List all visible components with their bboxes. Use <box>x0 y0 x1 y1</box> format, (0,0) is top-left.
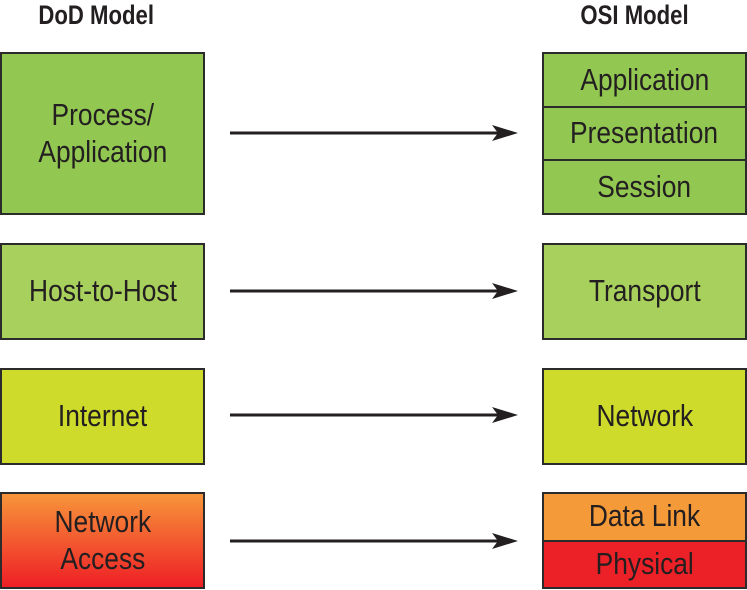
mapping-arrow-host-to-host <box>230 283 518 299</box>
osi-layer-label: Transport <box>588 273 701 309</box>
osi-layer-label: Application <box>580 61 709 97</box>
osi-layer-label: Data Link <box>588 498 701 534</box>
osi-layer-physical: Physical <box>544 539 745 587</box>
osi-group-transport: Transport <box>542 243 747 340</box>
osi-layer-data-link: Data Link <box>544 494 745 540</box>
dod-layer-process-application: Process/ Application <box>0 52 205 215</box>
osi-layer-label: Session <box>597 168 692 204</box>
mapping-arrow-process-application <box>230 125 518 141</box>
osi-group-network: Network <box>542 368 747 465</box>
mapping-arrow-network-access <box>230 533 518 549</box>
osi-layer-session: Session <box>544 159 745 213</box>
dod-layer-label: Network Access <box>54 503 151 576</box>
osi-group-upper: Application Presentation Session <box>542 52 747 215</box>
dod-layer-internet: Internet <box>0 368 205 465</box>
osi-layer-label: Network <box>596 398 693 434</box>
osi-group-lower: Data Link Physical <box>542 492 747 589</box>
osi-layer-label: Physical <box>595 545 694 581</box>
mapping-arrow-internet <box>230 407 518 423</box>
osi-layer-label: Presentation <box>570 115 719 151</box>
dod-layer-label: Host-to-Host <box>28 273 177 309</box>
osi-layer-presentation: Presentation <box>544 105 745 160</box>
dod-model-heading: DoD Model <box>38 0 155 30</box>
dod-layer-host-to-host: Host-to-Host <box>0 243 205 340</box>
osi-model-heading: OSI Model <box>580 0 689 30</box>
dod-layer-label: Internet <box>57 398 148 434</box>
osi-layer-network: Network <box>544 370 745 463</box>
osi-layer-transport: Transport <box>544 245 745 338</box>
dod-layer-network-access: Network Access <box>0 492 205 589</box>
osi-layer-application: Application <box>544 54 745 106</box>
dod-layer-label: Process/ Application <box>38 96 167 169</box>
